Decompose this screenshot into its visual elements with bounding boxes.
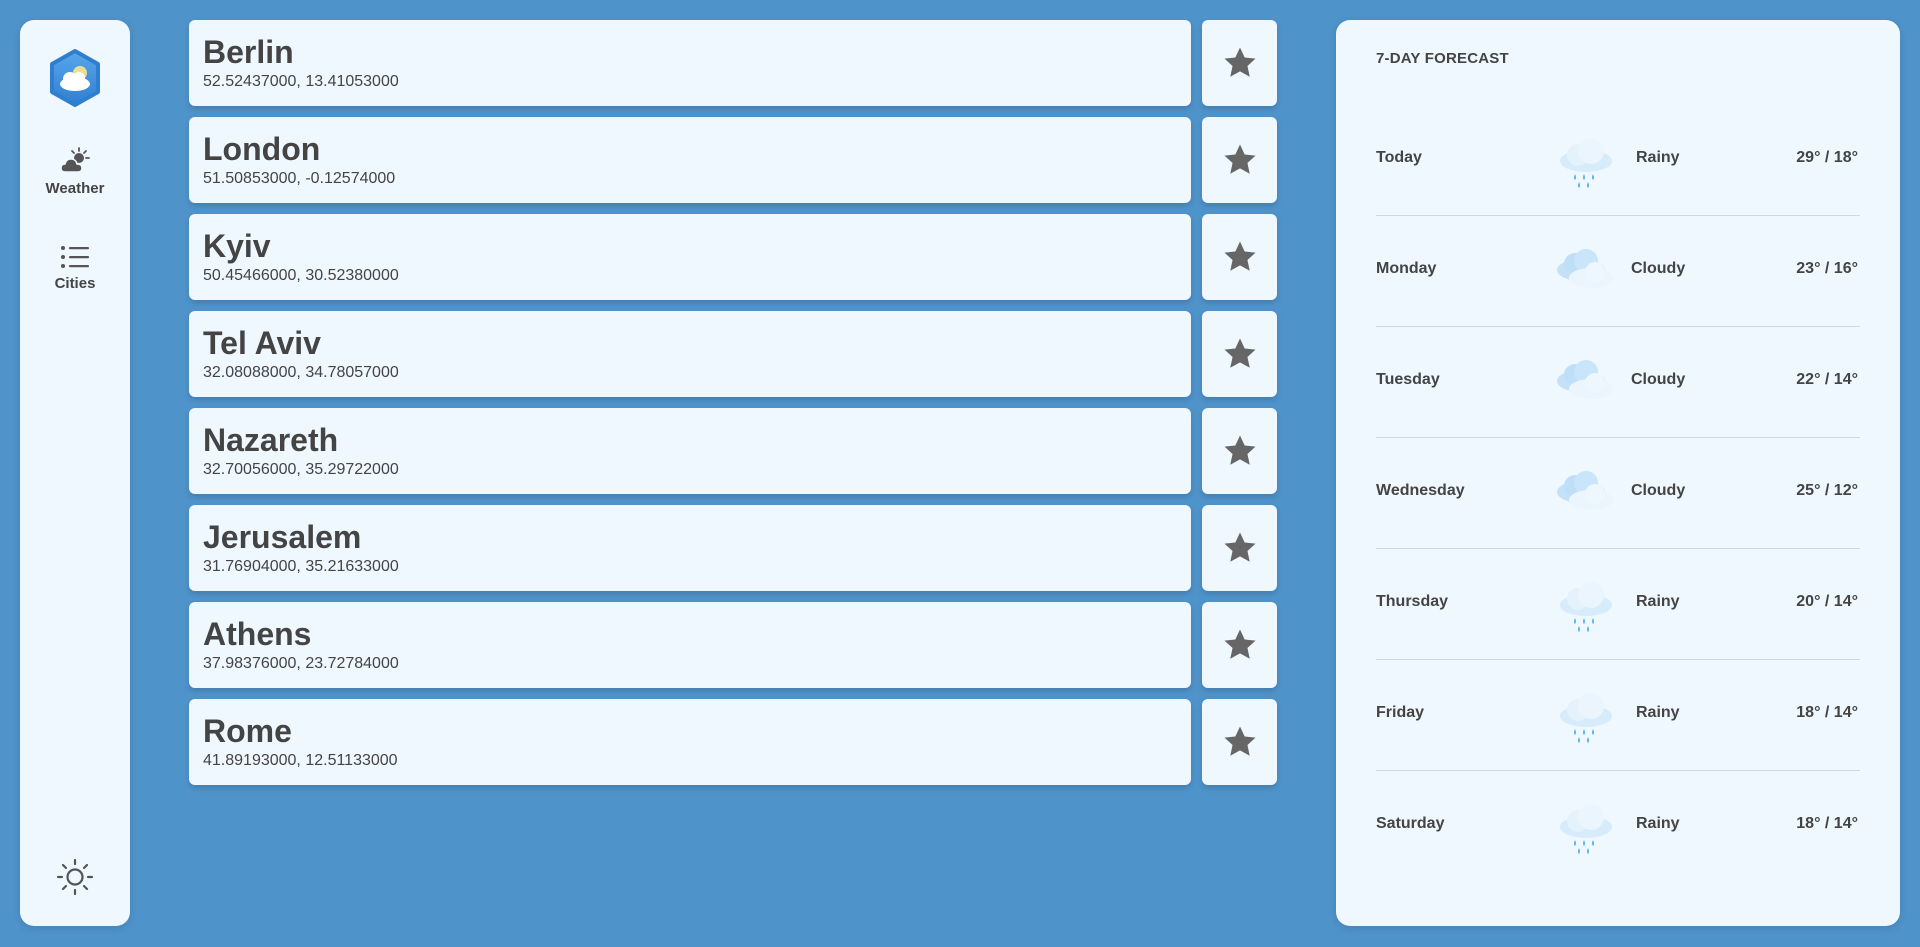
- city-name: Kyiv: [203, 228, 271, 264]
- star-icon: [1223, 532, 1256, 562]
- forecast-day: Today: [1376, 149, 1422, 166]
- rain-icon: [1560, 804, 1612, 854]
- forecast-condition: Rainy: [1636, 815, 1680, 832]
- favorite-button[interactable]: [1202, 311, 1277, 397]
- city-name: Athens: [203, 616, 312, 652]
- city-name: Nazareth: [203, 422, 339, 458]
- city-coordinates: 50.45466000, 30.52380000: [203, 267, 399, 284]
- forecast-temperature: 22° / 14°: [1796, 371, 1858, 388]
- city-list: Berlin 52.52437000, 13.41053000 London 5…: [189, 20, 1278, 796]
- city-row: Jerusalem 31.76904000, 35.21633000: [189, 505, 1278, 591]
- star-icon: [1223, 338, 1256, 368]
- city-row: Nazareth 32.70056000, 35.29722000: [189, 408, 1278, 494]
- list-icon: [61, 246, 89, 268]
- favorite-button[interactable]: [1202, 20, 1277, 106]
- cloud-icon: [1557, 360, 1613, 399]
- city-coordinates: 52.52437000, 13.41053000: [203, 73, 399, 90]
- forecast-temperature: 18° / 14°: [1796, 815, 1858, 832]
- forecast-row: Today Rainy 29° / 18°: [1376, 105, 1860, 216]
- city-coordinates: 41.89193000, 12.51133000: [203, 752, 398, 769]
- forecast-day: Monday: [1376, 260, 1437, 277]
- city-card-kyiv[interactable]: Kyiv 50.45466000, 30.52380000: [189, 214, 1191, 300]
- sidebar-item-label: Weather: [45, 180, 105, 197]
- forecast-day: Saturday: [1376, 815, 1445, 832]
- city-card-nazareth[interactable]: Nazareth 32.70056000, 35.29722000: [189, 408, 1191, 494]
- city-card-berlin[interactable]: Berlin 52.52437000, 13.41053000: [189, 20, 1191, 106]
- sidebar-item-cities[interactable]: Cities: [20, 243, 130, 293]
- favorite-button[interactable]: [1202, 505, 1277, 591]
- forecast-condition: Rainy: [1636, 593, 1680, 610]
- forecast-row: Wednesday Cloudy 25° / 12°: [1376, 438, 1860, 549]
- city-row: London 51.50853000, -0.12574000: [189, 117, 1278, 203]
- forecast-row: Tuesday Cloudy 22° / 14°: [1376, 327, 1860, 438]
- forecast-temperature: 18° / 14°: [1796, 704, 1858, 721]
- theme-toggle-button[interactable]: [56, 858, 94, 896]
- city-row: Athens 37.98376000, 23.72784000: [189, 602, 1278, 688]
- star-icon: [1223, 629, 1256, 659]
- rain-icon: [1560, 582, 1612, 632]
- sidebar-item-label: Cities: [54, 275, 96, 292]
- forecast-row: Friday Rainy 18° / 14°: [1376, 660, 1860, 771]
- favorite-button[interactable]: [1202, 214, 1277, 300]
- forecast-condition: Cloudy: [1631, 260, 1686, 277]
- forecast-list: Today Rainy 29° / 18° Monday Cloudy 23° …: [1376, 105, 1860, 881]
- star-icon: [1223, 144, 1256, 174]
- city-name: London: [203, 131, 321, 167]
- star-icon: [1223, 435, 1256, 465]
- forecast-condition: Cloudy: [1631, 482, 1686, 499]
- forecast-day: Thursday: [1376, 593, 1449, 610]
- rain-icon: [1560, 138, 1612, 188]
- forecast-temperature: 29° / 18°: [1796, 149, 1858, 166]
- city-coordinates: 32.08088000, 34.78057000: [203, 364, 399, 381]
- city-card-tel-aviv[interactable]: Tel Aviv 32.08088000, 34.78057000: [189, 311, 1191, 397]
- city-name: Berlin: [203, 34, 294, 70]
- star-icon: [1223, 47, 1256, 77]
- city-coordinates: 32.70056000, 35.29722000: [203, 461, 399, 478]
- city-row: Kyiv 50.45466000, 30.52380000: [189, 214, 1278, 300]
- city-card-london[interactable]: London 51.50853000, -0.12574000: [189, 117, 1191, 203]
- city-coordinates: 31.76904000, 35.21633000: [203, 558, 399, 575]
- sidebar-item-weather[interactable]: Weather: [20, 146, 130, 198]
- cloud-icon: [1557, 249, 1613, 288]
- city-coordinates: 37.98376000, 23.72784000: [203, 655, 399, 672]
- city-card-athens[interactable]: Athens 37.98376000, 23.72784000: [189, 602, 1191, 688]
- forecast-day: Wednesday: [1376, 482, 1465, 499]
- rain-icon: [1560, 693, 1612, 743]
- city-name: Jerusalem: [203, 519, 362, 555]
- city-card-jerusalem[interactable]: Jerusalem 31.76904000, 35.21633000: [189, 505, 1191, 591]
- city-card-rome[interactable]: Rome 41.89193000, 12.51133000: [189, 699, 1191, 785]
- favorite-button[interactable]: [1202, 602, 1277, 688]
- partly-cloudy-icon: [60, 147, 90, 173]
- city-coordinates: 51.50853000, -0.12574000: [203, 170, 396, 187]
- forecast-condition: Cloudy: [1631, 371, 1686, 388]
- city-name: Rome: [203, 713, 292, 749]
- forecast-row: Monday Cloudy 23° / 16°: [1376, 216, 1860, 327]
- forecast-temperature: 25° / 12°: [1796, 482, 1858, 499]
- forecast-row: Saturday Rainy 18° / 14°: [1376, 771, 1860, 881]
- forecast-temperature: 23° / 16°: [1796, 260, 1858, 277]
- forecast-row: Thursday Rainy 20° / 14°: [1376, 549, 1860, 660]
- city-row: Tel Aviv 32.08088000, 34.78057000: [189, 311, 1278, 397]
- city-name: Tel Aviv: [203, 325, 321, 361]
- city-row: Berlin 52.52437000, 13.41053000: [189, 20, 1278, 106]
- sun-icon: [56, 858, 94, 896]
- forecast-day: Tuesday: [1376, 371, 1440, 388]
- forecast-condition: Rainy: [1636, 149, 1680, 166]
- forecast-panel: 7-DAY FORECAST Today Rainy 29° / 18° Mon…: [1336, 20, 1900, 926]
- star-icon: [1223, 241, 1256, 271]
- cloud-icon: [1557, 471, 1613, 510]
- favorite-button[interactable]: [1202, 117, 1277, 203]
- favorite-button[interactable]: [1202, 699, 1277, 785]
- star-icon: [1223, 726, 1256, 756]
- favorite-button[interactable]: [1202, 408, 1277, 494]
- forecast-temperature: 20° / 14°: [1796, 593, 1858, 610]
- city-row: Rome 41.89193000, 12.51133000: [189, 699, 1278, 785]
- forecast-day: Friday: [1376, 704, 1425, 721]
- weather-app-logo-icon[interactable]: [45, 48, 105, 108]
- forecast-title: 7-DAY FORECAST: [1376, 50, 1509, 67]
- forecast-condition: Rainy: [1636, 704, 1680, 721]
- sidebar: Weather Cities: [20, 20, 130, 926]
